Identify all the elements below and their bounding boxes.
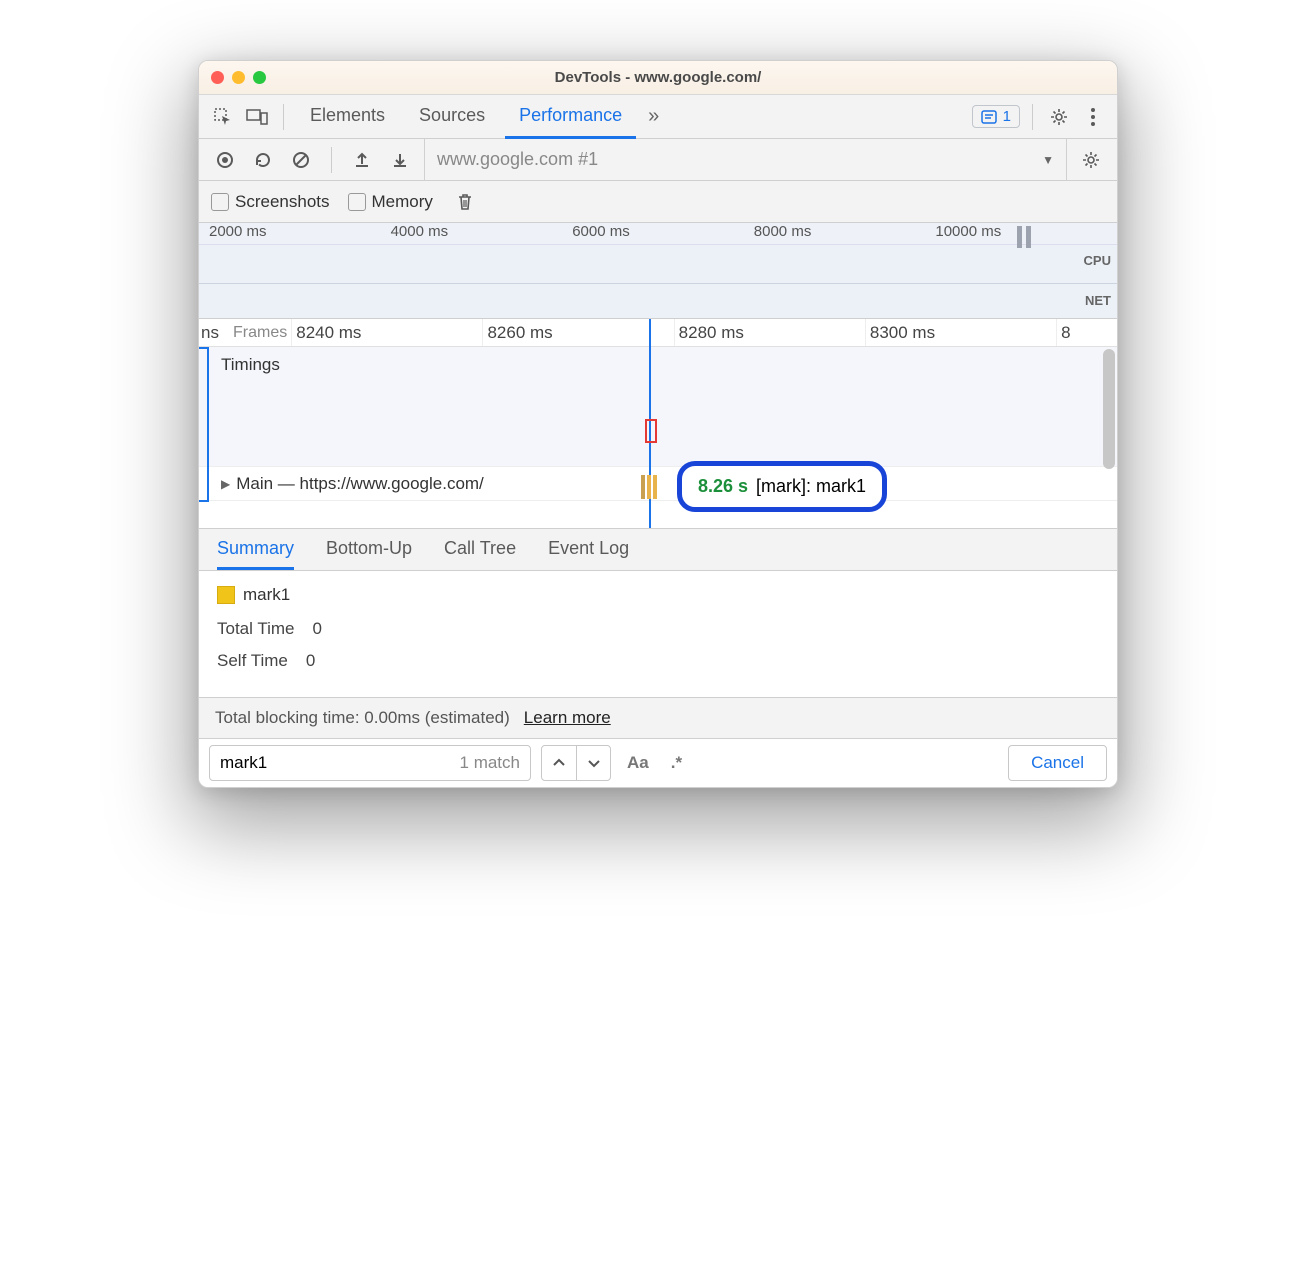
frames-label: Frames [215,324,291,342]
prev-match-button[interactable] [542,746,576,780]
recording-selector[interactable]: www.google.com #1 ▼ [424,139,1067,180]
tick: 8280 ms [674,319,865,346]
overview-ticks: 2000 ms 4000 ms 6000 ms 8000 ms 10000 ms [199,223,1117,245]
clear-icon[interactable] [287,146,315,174]
expand-icon[interactable]: ▶ [221,477,230,491]
capture-settings-gear-icon[interactable] [1077,146,1105,174]
selection-edge [199,347,209,502]
issues-badge[interactable]: 1 [972,105,1020,128]
screenshots-checkbox[interactable]: Screenshots [211,192,330,212]
cpu-label: CPU [1084,253,1111,268]
total-time-row: Total Time 0 [217,619,1099,639]
self-time-label: Self Time [217,651,288,671]
more-tabs-icon[interactable]: » [642,105,659,128]
timings-label: Timings [221,355,280,375]
tooltip-text: [mark]: mark1 [756,476,866,497]
main-track[interactable]: ▶ Main — https://www.google.com/ [199,467,1117,501]
tick: 8 [1056,319,1117,346]
tick: 8000 ms [754,223,936,244]
chevron-down-icon: ▼ [1042,153,1054,167]
tick: 8240 ms [291,319,482,346]
match-count: 1 match [460,753,520,773]
capture-options-row: Screenshots Memory [199,181,1117,223]
tick: 2000 ms [209,223,391,244]
tab-summary[interactable]: Summary [217,529,294,570]
upload-icon[interactable] [348,146,376,174]
learn-more-link[interactable]: Learn more [524,708,611,728]
color-swatch [217,586,235,604]
device-toggle-icon[interactable] [243,103,271,131]
self-time-value: 0 [306,651,315,671]
separator [331,147,332,173]
long-task-marker [645,419,657,443]
self-time-row: Self Time 0 [217,651,1099,671]
tick: 4000 ms [391,223,573,244]
flame-ruler: ns Frames 8240 ms 8260 ms 8280 ms 8300 m… [199,319,1117,347]
inspect-icon[interactable] [209,103,237,131]
summary-panel: mark1 Total Time 0 Self Time 0 [199,571,1117,697]
match-case-toggle[interactable]: Aa [621,753,655,773]
find-bar: 1 match Aa .* Cancel [199,739,1117,787]
divider [199,283,1117,284]
blocking-text: Total blocking time: 0.00ms (estimated) [215,708,510,728]
window-title: DevTools - www.google.com/ [199,69,1117,86]
net-label: NET [1085,293,1111,308]
tab-elements[interactable]: Elements [296,95,399,139]
total-time-value: 0 [312,619,321,639]
kebab-menu-icon[interactable] [1079,103,1107,131]
tab-call-tree[interactable]: Call Tree [444,529,516,570]
tooltip-time: 8.26 s [698,476,748,497]
devtools-window: DevTools - www.google.com/ Elements Sour… [198,60,1118,788]
tab-performance[interactable]: Performance [505,95,636,139]
memory-checkbox[interactable]: Memory [348,192,433,212]
recording-label: www.google.com #1 [437,149,598,170]
flame-chart[interactable]: ns Frames 8240 ms 8260 ms 8280 ms 8300 m… [199,319,1117,529]
main-tabstrip: Elements Sources Performance » 1 [199,95,1117,139]
marker-tooltip: 8.26 s [mark]: mark1 [677,461,887,512]
reload-icon[interactable] [249,146,277,174]
performance-toolbar: www.google.com #1 ▼ [199,139,1117,181]
regex-toggle[interactable]: .* [665,753,688,773]
titlebar: DevTools - www.google.com/ [199,61,1117,95]
total-time-label: Total Time [217,619,294,639]
record-icon[interactable] [211,146,239,174]
cancel-button[interactable]: Cancel [1008,745,1107,781]
gear-icon[interactable] [1045,103,1073,131]
selection-handle[interactable] [1009,225,1039,249]
ruler-left: ns [199,323,215,343]
next-match-button[interactable] [576,746,610,780]
download-icon[interactable] [386,146,414,174]
timings-track[interactable]: Timings [199,347,1117,467]
tick: 6000 ms [572,223,754,244]
summary-name-row: mark1 [217,585,1099,605]
issues-count: 1 [1003,108,1011,125]
summary-name: mark1 [243,585,290,605]
tab-sources[interactable]: Sources [405,95,499,139]
details-tabstrip: Summary Bottom-Up Call Tree Event Log [199,529,1117,571]
tab-bottom-up[interactable]: Bottom-Up [326,529,412,570]
separator [283,104,284,130]
blocking-time-bar: Total blocking time: 0.00ms (estimated) … [199,697,1117,739]
search-input[interactable] [220,753,450,773]
vertical-scrollbar[interactable] [1103,349,1115,469]
tick: 8300 ms [865,319,1056,346]
tab-event-log[interactable]: Event Log [548,529,629,570]
main-track-label: Main — https://www.google.com/ [236,474,484,494]
find-input-wrapper: 1 match [209,745,531,781]
find-nav-buttons [541,745,611,781]
separator [1032,104,1033,130]
overview-timeline[interactable]: 2000 ms 4000 ms 6000 ms 8000 ms 10000 ms… [199,223,1117,319]
trash-icon[interactable] [451,188,479,216]
task-bars [641,475,657,499]
tick: 8260 ms [482,319,673,346]
